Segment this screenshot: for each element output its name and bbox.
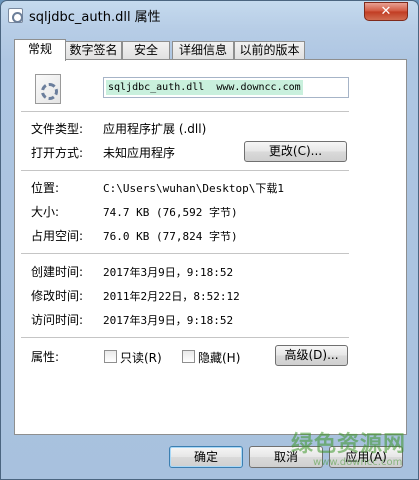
dll-file-icon [8,8,23,23]
size-on-disk-value: 76.0 KB (77,824 字节) [103,230,238,243]
readonly-checkbox[interactable] [104,350,117,363]
divider [21,337,349,338]
accessed-label: 访问时间: [31,313,84,327]
size-value: 74.7 KB (76,592 字节) [103,206,238,219]
filename-value: sqljdbc_auth.dll www.downcc.com [106,80,303,95]
ok-button[interactable]: 确定 [169,446,243,468]
filename-input[interactable]: sqljdbc_auth.dll www.downcc.com [103,77,349,98]
tab-general[interactable]: 常规 [14,39,66,61]
tab-details[interactable]: 详细信息 [172,41,234,60]
hidden-label[interactable]: 隐藏(H) [198,349,240,366]
file-type-label: 文件类型: [31,122,84,136]
close-button[interactable]: ✕ [364,2,408,21]
change-button[interactable]: 更改(C)... [244,141,347,162]
tab-security[interactable]: 安全 [122,41,170,60]
modified-label: 修改时间: [31,289,84,303]
tab-previous-versions[interactable]: 以前的版本 [234,41,305,60]
tab-digital-signatures[interactable]: 数字签名 [65,41,122,60]
advanced-button[interactable]: 高级(D)... [275,345,348,366]
window-title: sqljdbc_auth.dll 属性 [29,10,161,25]
attributes-label: 属性: [31,350,60,364]
tab-strip: 常规 数字签名 安全 详细信息 以前的版本 [14,39,406,61]
apply-button[interactable]: 应用(A) [329,446,403,468]
location-label: 位置: [31,181,60,195]
dll-file-icon [35,74,61,104]
divider [21,253,349,254]
size-on-disk-label: 占用空间: [31,229,84,243]
size-label: 大小: [31,205,60,219]
modified-value: 2011年2月22日，8:52:12 [103,290,240,303]
cancel-button[interactable]: 取消 [249,446,323,468]
created-label: 创建时间: [31,265,84,279]
title-bar[interactable]: sqljdbc_auth.dll 属性 ✕ [1,1,418,29]
created-value: 2017年3月9日，9:18:52 [103,266,234,279]
accessed-value: 2017年3月9日，9:18:52 [103,314,234,327]
properties-window: sqljdbc_auth.dll 属性 ✕ 常规 数字签名 安全 详细信息 以前… [0,0,419,480]
divider [21,170,349,171]
readonly-label[interactable]: 只读(R) [120,349,162,366]
general-panel: sqljdbc_auth.dll www.downcc.com 文件类型: 应用… [14,59,407,435]
opens-with-value: 未知应用程序 [103,146,176,160]
file-type-value: 应用程序扩展 (.dll) [103,122,207,136]
hidden-checkbox[interactable] [182,350,195,363]
opens-with-label: 打开方式: [31,146,84,160]
location-value: C:\Users\wuhan\Desktop\下载1 [103,182,284,195]
divider [21,111,349,112]
